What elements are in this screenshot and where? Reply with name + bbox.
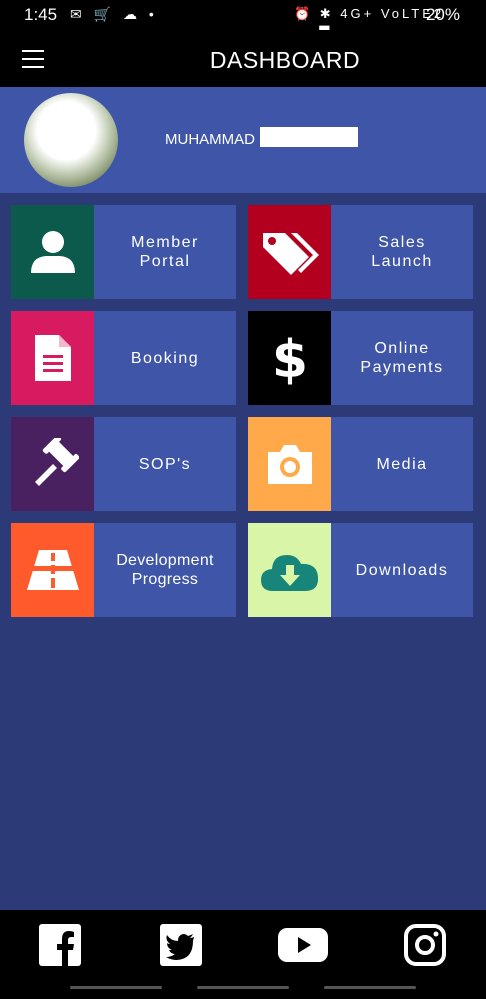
instagram-icon[interactable]	[404, 924, 446, 966]
nav-gesture-hint	[70, 986, 162, 989]
tags-icon	[248, 205, 331, 299]
tile-label: Member Portal	[131, 234, 199, 270]
tile-downloads[interactable]: Downloads	[248, 523, 473, 617]
tile-label: Media	[376, 455, 428, 473]
tile-booking[interactable]: Booking	[11, 311, 236, 405]
profile-header: MUHAMMAD	[0, 87, 486, 193]
youtube-icon[interactable]	[277, 924, 329, 966]
tile-label: Downloads	[355, 561, 449, 579]
avatar[interactable]	[24, 93, 118, 187]
status-bar: 1:45 ✉ 🛒 ☁ • ⏰ ✱ 4G+ VoLTE2 ▂▄▆ 20%	[0, 0, 486, 37]
tile-label: Development Progress	[116, 552, 214, 588]
document-icon	[11, 311, 94, 405]
tile-development-progress[interactable]: Development Progress	[11, 523, 236, 617]
app-bar: DASHBOARD	[0, 30, 486, 87]
battery-level: 20%	[425, 5, 460, 24]
tile-online-payments[interactable]: $ Online Payments	[248, 311, 473, 405]
status-notification-icons: ✉ 🛒 ☁ •	[70, 6, 158, 22]
facebook-icon[interactable]	[39, 924, 81, 966]
tile-label: Online Payments	[360, 340, 444, 376]
nav-gesture-hint	[324, 986, 416, 989]
camera-icon	[248, 417, 331, 511]
tile-label: SOP's	[138, 455, 192, 473]
status-time: 1:45	[24, 5, 58, 24]
page-title: DASHBOARD	[209, 47, 361, 73]
svg-text:$: $	[271, 330, 307, 386]
dollar-icon: $	[248, 311, 331, 405]
tile-label: Booking	[130, 349, 200, 367]
road-icon	[11, 523, 94, 617]
twitter-icon[interactable]	[160, 924, 202, 966]
gavel-icon	[11, 417, 94, 511]
user-name: MUHAMMAD	[165, 131, 255, 148]
nav-gesture-hint	[197, 986, 289, 989]
tile-sops[interactable]: SOP's	[11, 417, 236, 511]
tile-label: Sales Launch	[371, 234, 433, 270]
tile-member-portal[interactable]: Member Portal	[11, 205, 236, 299]
redacted-name-block	[260, 127, 358, 147]
tile-media[interactable]: Media	[248, 417, 473, 511]
tile-sales-launch[interactable]: Sales Launch	[248, 205, 473, 299]
cloud-download-icon	[248, 523, 331, 617]
user-icon	[11, 205, 94, 299]
